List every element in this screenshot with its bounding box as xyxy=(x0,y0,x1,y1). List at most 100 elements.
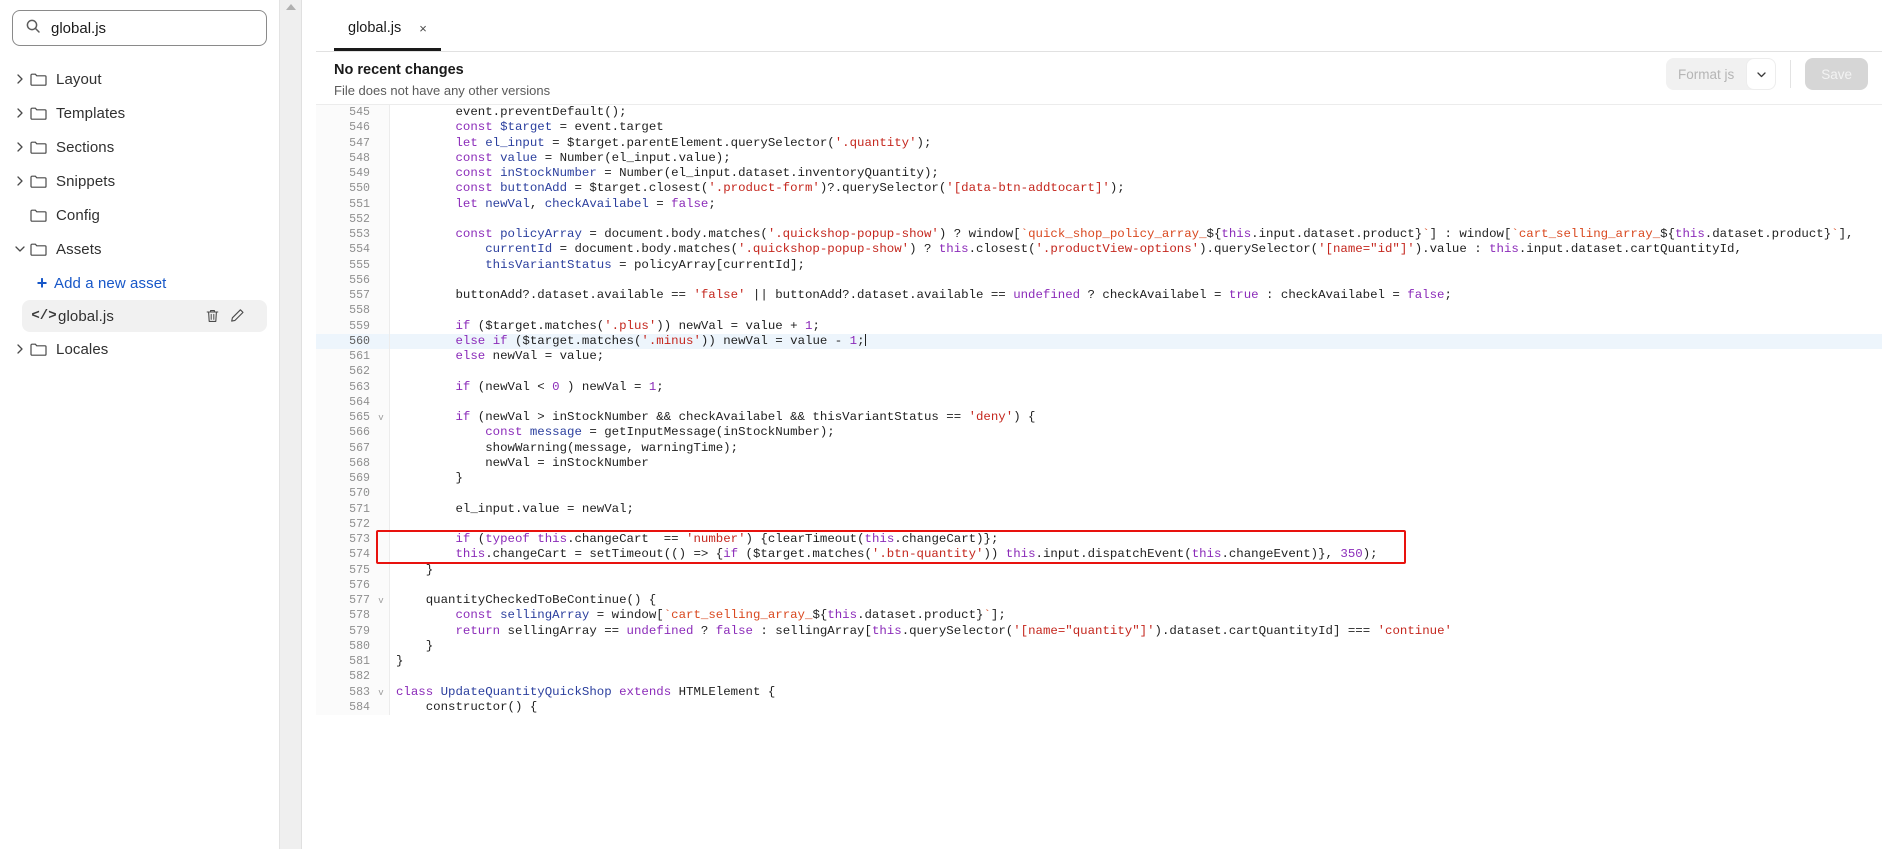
line-number: 547 xyxy=(316,135,374,151)
code-line[interactable]: 580 } xyxy=(316,638,1882,654)
code-line[interactable]: 545 event.preventDefault(); xyxy=(316,105,1882,121)
code-line[interactable]: 583 v class UpdateQuantityQuickShop extend… xyxy=(316,684,1882,700)
code-line[interactable]: 563 if (newVal < 0 ) newVal = 1; xyxy=(316,379,1882,395)
code-line[interactable]: 548 const value = Number(el_input.value)… xyxy=(316,150,1882,166)
save-button[interactable]: Save xyxy=(1805,58,1868,90)
code-line[interactable]: 575 } xyxy=(316,562,1882,578)
sidebar-item-locales[interactable]: Locales xyxy=(0,332,279,366)
fold-spacer xyxy=(374,562,388,578)
code-line[interactable]: 559 if ($target.matches('.plus')) newVal… xyxy=(316,318,1882,334)
add-new-asset-button[interactable]: + Add a new asset xyxy=(0,266,279,300)
fold-spacer xyxy=(374,440,388,456)
code-line[interactable]: 576 xyxy=(316,577,1882,593)
code-text: const policyArray = document.body.matche… xyxy=(455,227,1854,241)
code-text: return sellingArray == undefined ? false… xyxy=(455,623,1452,638)
code-line[interactable]: 570 xyxy=(316,486,1882,502)
code-line[interactable]: 581} xyxy=(316,654,1882,670)
code-text: currentId = document.body.matches('.quic… xyxy=(485,242,1742,257)
search-icon xyxy=(25,18,41,39)
sidebar-item-config[interactable]: Config xyxy=(0,198,279,232)
scroll-up-arrow-icon[interactable] xyxy=(285,4,296,10)
code-line[interactable]: 584 constructor() { xyxy=(316,699,1882,715)
line-number: 549 xyxy=(316,166,374,182)
code-line[interactable]: 569 } xyxy=(316,471,1882,487)
fold-spacer xyxy=(374,166,388,182)
sidebar-item-assets[interactable]: Assets xyxy=(0,232,279,266)
code-line[interactable]: 568 newVal = inStockNumber xyxy=(316,455,1882,471)
chevron-down-icon xyxy=(10,244,30,254)
close-icon[interactable]: × xyxy=(419,22,427,35)
code-line[interactable]: 578 const sellingArray = window[`cart_se… xyxy=(316,608,1882,624)
code-line[interactable]: 552 xyxy=(316,211,1882,227)
sidebar-item-sections[interactable]: Sections xyxy=(0,130,279,164)
fold-spacer xyxy=(374,242,388,258)
code-line[interactable]: 558 xyxy=(316,303,1882,319)
code-line[interactable]: 556 xyxy=(316,272,1882,288)
pencil-icon[interactable] xyxy=(230,308,245,324)
fold-spacer xyxy=(374,120,388,136)
fold-spacer xyxy=(374,288,388,304)
code-line[interactable]: 562 xyxy=(316,364,1882,380)
sidebar-item-layout[interactable]: Layout xyxy=(0,62,279,96)
line-number: 568 xyxy=(316,455,374,471)
fold-spacer xyxy=(374,608,388,624)
fold-toggle-icon[interactable]: v xyxy=(374,410,388,426)
sidebar-item-label: Templates xyxy=(56,104,126,122)
sidebar-file-global-js[interactable]: </> global.js xyxy=(22,300,267,332)
page-scrollbar[interactable] xyxy=(280,0,302,849)
code-line[interactable]: 567 showWarning(message, warningTime); xyxy=(316,440,1882,456)
file-tree-sidebar: global.js Layout Templates Sections Snip… xyxy=(0,0,280,849)
code-line[interactable]: 560 else if ($target.matches('.minus')) … xyxy=(316,333,1882,349)
sidebar-item-snippets[interactable]: Snippets xyxy=(0,164,279,198)
fold-spacer xyxy=(374,303,388,319)
folder-icon xyxy=(30,342,56,357)
code-line[interactable]: 550 const buttonAdd = $target.closest('.… xyxy=(316,181,1882,197)
line-number: 548 xyxy=(316,150,374,166)
recent-changes-title: No recent changes xyxy=(334,62,464,78)
fold-spacer xyxy=(374,349,388,365)
trash-icon[interactable] xyxy=(205,308,220,324)
sidebar-item-templates[interactable]: Templates xyxy=(0,96,279,130)
code-line[interactable]: 561 else newVal = value; xyxy=(316,349,1882,365)
sidebar-item-label: Locales xyxy=(56,340,109,358)
code-line[interactable]: 555 thisVariantStatus = policyArray[curr… xyxy=(316,257,1882,273)
code-line[interactable]: 582 xyxy=(316,669,1882,685)
code-line[interactable]: 557 buttonAdd?.dataset.available == 'fal… xyxy=(316,288,1882,304)
code-line[interactable]: 571 el_input.value = newVal; xyxy=(316,501,1882,517)
code-line[interactable]: 553 const policyArray = document.body.ma… xyxy=(316,227,1882,243)
code-line[interactable]: 549 const inStockNumber = Number(el_inpu… xyxy=(316,166,1882,182)
code-line[interactable]: 564 xyxy=(316,394,1882,410)
code-line[interactable]: 546 const $target = event.target xyxy=(316,120,1882,136)
fold-toggle-icon[interactable]: v xyxy=(374,684,388,700)
folder-icon xyxy=(30,140,56,155)
search-input[interactable]: global.js xyxy=(12,10,267,46)
code-editor[interactable]: 545 event.preventDefault(); 546 const $ta… xyxy=(316,104,1882,849)
code-text: buttonAdd?.dataset.available == 'false' … xyxy=(396,288,1452,302)
code-line[interactable]: 579 return sellingArray == undefined ? f… xyxy=(316,623,1882,639)
code-line[interactable]: 573 if (typeof this.changeCart == 'numbe… xyxy=(316,532,1882,548)
fold-spacer xyxy=(374,333,388,349)
code-text: newVal = inStockNumber xyxy=(396,455,649,470)
fold-spacer xyxy=(374,501,388,517)
tab-global-js[interactable]: global.js × xyxy=(334,8,441,51)
code-line[interactable]: 554 currentId = document.body.matches('.… xyxy=(316,242,1882,258)
code-line[interactable]: 577 v quantityCheckedToBeContinue() { xyxy=(316,593,1882,609)
code-line[interactable]: 547 let el_input = $target.parentElement… xyxy=(316,135,1882,151)
code-text: el_input.value = newVal; xyxy=(396,501,634,516)
fold-toggle-icon[interactable]: v xyxy=(374,593,388,609)
format-js-button[interactable]: Format js xyxy=(1665,58,1747,90)
chevron-down-icon[interactable] xyxy=(1746,58,1777,90)
code-line[interactable]: 574 this.changeCart = setTimeout(() => {… xyxy=(316,547,1882,563)
code-text: } xyxy=(396,562,434,577)
code-line[interactable]: 565 v if (newVal > inStockNumber && check… xyxy=(316,410,1882,426)
line-number: 550 xyxy=(316,181,374,197)
folder-icon xyxy=(30,174,56,189)
folder-icon xyxy=(30,72,56,87)
editor-toolbar: Format js Save xyxy=(1665,58,1882,90)
code-line[interactable]: 566 const message = getInputMessage(inSt… xyxy=(316,425,1882,441)
code-line[interactable]: 572 xyxy=(316,516,1882,532)
code-line[interactable]: 551 let newVal, checkAvailabel = false; xyxy=(316,196,1882,212)
